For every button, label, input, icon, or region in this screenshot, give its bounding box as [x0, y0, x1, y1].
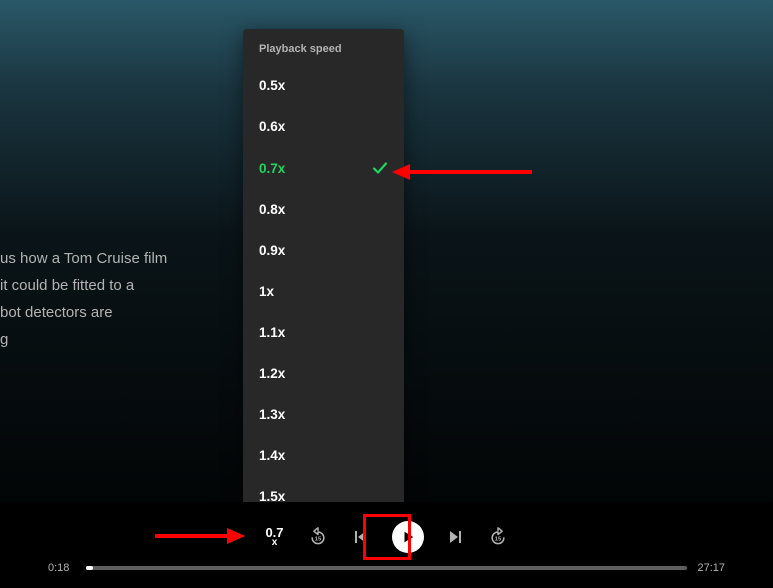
playback-speed-option[interactable]: 1.4x	[243, 435, 404, 476]
speed-option-label: 1.4x	[259, 448, 285, 463]
player-controls: 0.7 x 15 15	[0, 502, 773, 554]
episode-description-fragment: us how a Tom Cruise film it could be fit…	[0, 245, 167, 353]
play-icon	[401, 530, 415, 544]
skip-back-15-icon[interactable]: 15	[308, 527, 328, 547]
svg-text:15: 15	[314, 536, 321, 542]
checkmark-icon	[372, 160, 388, 176]
elapsed-time: 0:18	[48, 562, 76, 574]
playback-speed-option[interactable]: 0.5x	[243, 65, 404, 106]
speed-option-label: 1.2x	[259, 366, 285, 381]
speed-option-label: 0.7x	[259, 161, 285, 176]
speed-option-label: 1.3x	[259, 407, 285, 422]
desc-line: it could be fitted to a	[0, 272, 167, 299]
player-bar: 0.7 x 15 15	[0, 502, 773, 588]
speed-option-label: 1x	[259, 284, 274, 299]
svg-text:15: 15	[494, 536, 501, 542]
play-button[interactable]	[392, 521, 424, 553]
playback-speed-option[interactable]: 0.8x	[243, 189, 404, 230]
speed-option-label: 1.1x	[259, 325, 285, 340]
annotation-arrow-icon	[392, 160, 532, 184]
desc-line: g	[0, 326, 167, 353]
playback-speed-option[interactable]: 1x	[243, 271, 404, 312]
speed-option-label: 0.9x	[259, 243, 285, 258]
desc-line: bot detectors are	[0, 299, 167, 326]
playback-speed-option[interactable]: 1.1x	[243, 312, 404, 353]
progress-row: 0:18 27:17	[0, 562, 773, 574]
playback-speed-option[interactable]: 1.2x	[243, 353, 404, 394]
next-track-icon[interactable]	[448, 529, 464, 545]
speed-option-label: 0.6x	[259, 119, 285, 134]
playback-speed-option[interactable]: 0.7x	[243, 147, 404, 189]
skip-forward-15-icon[interactable]: 15	[488, 527, 508, 547]
progress-bar[interactable]	[86, 566, 687, 570]
playback-speed-option[interactable]: 1.3x	[243, 394, 404, 435]
playback-speed-option[interactable]: 0.6x	[243, 106, 404, 147]
progress-fill	[86, 566, 93, 570]
playback-speed-menu[interactable]: Playback speed 0.5x 0.6x 0.7x 0.8x 0.9x 1x 1.1…	[243, 29, 404, 510]
playback-speed-header: Playback speed	[243, 29, 404, 65]
desc-line: us how a Tom Cruise film	[0, 245, 167, 272]
previous-track-icon[interactable]	[352, 529, 368, 545]
speed-option-label: 0.5x	[259, 78, 285, 93]
playback-speed-option[interactable]: 0.9x	[243, 230, 404, 271]
playback-speed-button[interactable]: 0.7 x	[265, 526, 283, 548]
speed-option-label: 0.8x	[259, 202, 285, 217]
playback-speed-options-list[interactable]: 0.5x0.6x0.7x0.8x0.9x1x1.1x1.2x1.3x1.4x1.…	[243, 65, 404, 508]
duration-time: 27:17	[697, 562, 725, 574]
